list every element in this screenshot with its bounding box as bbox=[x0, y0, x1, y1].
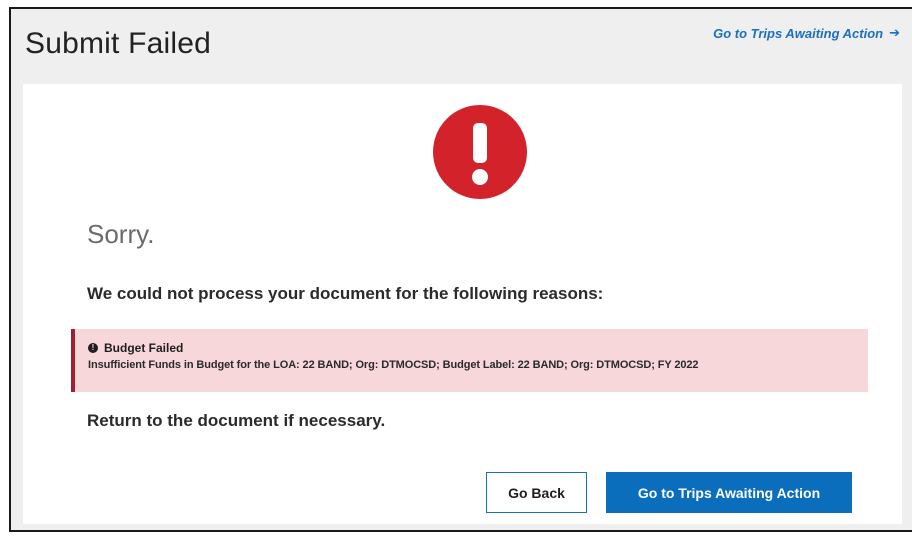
exclamation-icon: ! bbox=[88, 343, 98, 353]
alert-title-row: ! Budget Failed bbox=[88, 341, 868, 355]
budget-failed-alert: ! Budget Failed Insufficient Funds in Bu… bbox=[71, 329, 868, 392]
go-to-trips-awaiting-action-link[interactable]: Go to Trips Awaiting Action ➔ bbox=[713, 25, 900, 41]
submit-failed-panel: Submit Failed Go to Trips Awaiting Actio… bbox=[9, 7, 912, 532]
sorry-heading: Sorry. bbox=[87, 219, 155, 249]
alert-message: Insufficient Funds in Budget for the LOA… bbox=[88, 359, 699, 371]
header-link-label: Go to Trips Awaiting Action bbox=[713, 25, 884, 41]
exclamation-circle-icon bbox=[433, 105, 527, 199]
go-back-button[interactable]: Go Back bbox=[486, 472, 587, 513]
page-title: Submit Failed bbox=[25, 27, 212, 60]
return-hint-text: Return to the document if necessary. bbox=[87, 411, 386, 430]
reasons-intro-text: We could not process your document for t… bbox=[87, 284, 604, 303]
alert-title: Budget Failed bbox=[104, 341, 184, 355]
go-to-trips-awaiting-action-button[interactable]: Go to Trips Awaiting Action bbox=[606, 472, 852, 513]
arrow-right-icon: ➔ bbox=[889, 25, 900, 40]
result-card: Sorry. We could not process your documen… bbox=[23, 84, 902, 524]
